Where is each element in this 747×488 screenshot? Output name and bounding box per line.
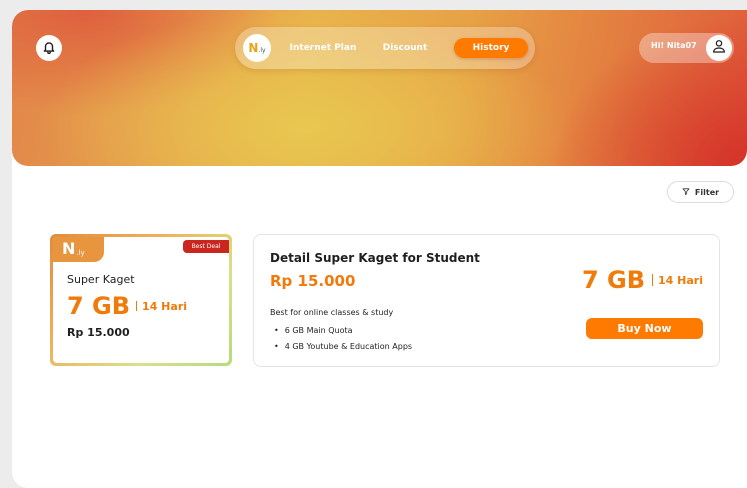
detail-feature-list: 6 GB Main Quota 4 GB Youtube & Education… xyxy=(274,323,412,355)
plan-duration: 14 Hari xyxy=(142,299,188,313)
avatar[interactable] xyxy=(706,35,732,61)
brand-logo[interactable]: N .ly xyxy=(243,34,271,62)
plan-card-body: N .ly Best Deal Super Kaget 7 GB 14 Hari … xyxy=(53,237,229,363)
filter-icon xyxy=(682,187,690,198)
nav-internet-plan[interactable]: Internet Plan xyxy=(287,38,359,58)
list-item: 6 GB Main Quota xyxy=(274,323,412,339)
filter-label: Filter xyxy=(694,187,720,197)
main-nav: N .ly Internet Plan Discount History xyxy=(235,27,535,69)
best-deal-badge: Best Deal xyxy=(183,240,229,253)
buy-now-button[interactable]: Buy Now xyxy=(586,318,703,339)
detail-quota: 7 GB 14 Hari xyxy=(582,265,703,295)
card-brand-logo: N .ly xyxy=(53,237,104,262)
card-logo-suffix: .ly xyxy=(76,249,85,257)
header-banner: N .ly Internet Plan Discount History Hi! … xyxy=(12,10,747,166)
plan-card-super-kaget[interactable]: N .ly Best Deal Super Kaget 7 GB 14 Hari … xyxy=(50,234,232,366)
plan-price: Rp 15.000 xyxy=(67,326,130,339)
detail-quota-amount: 7 GB xyxy=(581,266,646,294)
nav-history[interactable]: History xyxy=(454,38,528,58)
detail-title: Detail Super Kaget for Student xyxy=(270,251,480,265)
detail-description: Best for online classes & study xyxy=(270,308,394,317)
detail-price: Rp 15.000 xyxy=(270,272,356,290)
plan-title: Super Kaget xyxy=(67,273,135,286)
list-item: 4 GB Youtube & Education Apps xyxy=(274,339,412,355)
quota-divider xyxy=(136,301,138,311)
card-logo-mark: N xyxy=(62,239,76,258)
brand-logo-mark: N xyxy=(248,41,259,55)
brand-logo-suffix: .ly xyxy=(258,46,266,54)
notifications-button[interactable] xyxy=(36,35,62,61)
filter-button[interactable]: Filter xyxy=(667,181,734,203)
plan-quota: 7 GB 14 Hari xyxy=(67,292,187,320)
plan-quota-amount: 7 GB xyxy=(67,292,131,320)
user-menu[interactable]: Hi! Nita07 xyxy=(639,33,734,63)
detail-duration: 14 Hari xyxy=(658,273,703,287)
nav-discount[interactable]: Discount xyxy=(375,38,435,58)
quota-divider xyxy=(652,274,654,286)
user-greeting: Hi! Nita07 xyxy=(651,41,697,50)
plan-detail-panel: Detail Super Kaget for Student Rp 15.000… xyxy=(253,234,720,367)
user-icon xyxy=(711,38,727,58)
bell-icon xyxy=(42,39,56,58)
app-window: N .ly Internet Plan Discount History Hi! … xyxy=(12,10,747,488)
